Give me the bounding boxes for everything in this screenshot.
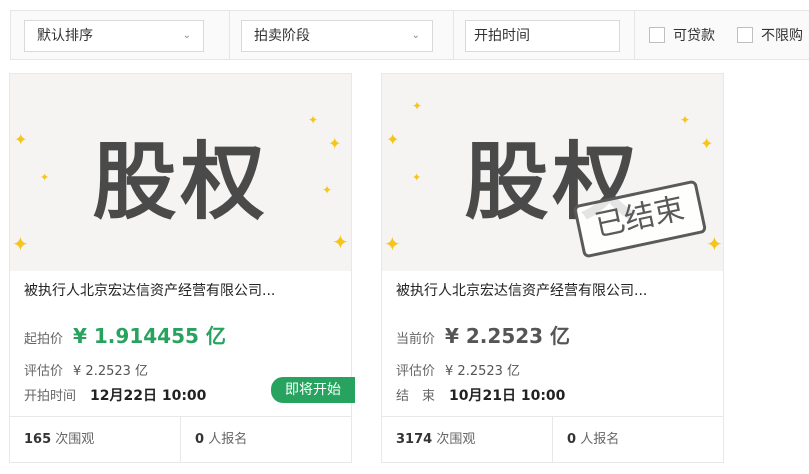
card-title[interactable]: 被执行人北京宏达信资产经营有限公司... — [396, 280, 712, 300]
divider — [552, 417, 553, 462]
start-time-placeholder: 开拍时间 — [474, 28, 530, 44]
sparkle-icon: ✦ — [680, 113, 691, 127]
sparkle-icon: ✦ — [412, 99, 423, 113]
checkbox-box[interactable] — [737, 27, 753, 43]
start-time-input[interactable]: 开拍时间 — [465, 20, 620, 52]
signup-count: 0 — [567, 432, 577, 447]
price-row: 起拍价 ¥ 1.914455 亿 — [24, 320, 226, 349]
sort-select-label: 默认排序 — [37, 28, 93, 44]
price-label: 当前价 — [396, 332, 436, 347]
time-value: 12月22日 10:00 — [90, 388, 207, 404]
sparkle-icon: ✦ — [384, 232, 401, 256]
time-label: 结 束 — [396, 389, 436, 404]
views-label: 次围观 — [436, 432, 476, 447]
time-row: 开拍时间 12月22日 10:00 — [24, 385, 206, 405]
time-row: 结 束 10月21日 10:00 — [396, 385, 565, 405]
chevron-down-icon: ⌄ — [182, 30, 191, 41]
appraisal-value: ¥ 2.2523 亿 — [445, 364, 521, 379]
signup-count: 0 — [195, 432, 205, 447]
views-count: 3174 — [396, 432, 433, 447]
divider — [180, 417, 181, 462]
divider — [229, 11, 230, 59]
appraisal-row: 评估价 ¥ 2.2523 亿 — [24, 360, 148, 379]
card-footer: 3174 次围观 0 人报名 — [382, 416, 723, 462]
sparkle-icon: ✦ — [332, 230, 349, 254]
signup-label: 人报名 — [208, 432, 248, 447]
thumbnail-text: 股权 — [92, 133, 269, 231]
sort-select[interactable]: 默认排序 ⌄ — [24, 20, 204, 52]
appraisal-row: 评估价 ¥ 2.2523 亿 — [396, 360, 520, 379]
no-limit-checkbox-label: 不限购 — [761, 28, 803, 44]
views-stat: 3174 次围观 — [396, 417, 566, 462]
sparkle-icon: ✦ — [12, 232, 29, 256]
no-limit-checkbox[interactable]: 不限购 — [737, 27, 803, 45]
divider — [453, 11, 454, 59]
card-thumbnail[interactable]: ✦ ✦ ✦ ✦ ✦ ✦ ✦ 股权 已结束 — [382, 74, 723, 271]
appraisal-label: 评估价 — [24, 364, 64, 379]
price-value: ¥ 2.2523 亿 — [445, 324, 571, 348]
sparkle-icon: ✦ — [706, 232, 723, 256]
appraisal-label: 评估价 — [396, 364, 436, 379]
loan-checkbox[interactable]: 可贷款 — [649, 27, 715, 45]
price-label: 起拍价 — [24, 332, 64, 347]
chevron-down-icon: ⌄ — [411, 30, 420, 41]
auction-card[interactable]: ✦ ✦ ✦ ✦ ✦ ✦ ✦ 股权 已结束 被执行人北京宏达信资产经营有限公司..… — [381, 73, 724, 463]
sparkle-icon: ✦ — [308, 113, 319, 127]
signup-stat: 0 人报名 — [567, 417, 737, 462]
card-title[interactable]: 被执行人北京宏达信资产经营有限公司... — [24, 280, 340, 300]
signup-stat: 0 人报名 — [195, 417, 365, 462]
signup-label: 人报名 — [580, 432, 620, 447]
checkbox-box[interactable] — [649, 27, 665, 43]
auction-card[interactable]: ✦ ✦ ✦ ✦ ✦ ✦ ✦ 股权 被执行人北京宏达信资产经营有限公司... 起拍… — [9, 73, 355, 463]
price-row: 当前价 ¥ 2.2523 亿 — [396, 320, 570, 349]
time-value: 10月21日 10:00 — [449, 388, 566, 404]
card-thumbnail[interactable]: ✦ ✦ ✦ ✦ ✦ ✦ ✦ 股权 — [10, 74, 351, 271]
appraisal-value: ¥ 2.2523 亿 — [73, 364, 149, 379]
time-label: 开拍时间 — [24, 389, 77, 404]
card-footer: 165 次围观 0 人报名 — [10, 416, 351, 462]
status-badge: 即将开始 — [271, 377, 355, 403]
filter-bar: 默认排序 ⌄ 拍卖阶段 ⌄ 开拍时间 可贷款 不限购 — [10, 10, 809, 60]
divider — [634, 11, 635, 59]
views-stat: 165 次围观 — [24, 417, 194, 462]
views-count: 165 — [24, 432, 52, 447]
stage-select[interactable]: 拍卖阶段 ⌄ — [241, 20, 433, 52]
stage-select-label: 拍卖阶段 — [254, 28, 310, 44]
loan-checkbox-label: 可贷款 — [673, 28, 715, 44]
views-label: 次围观 — [55, 432, 95, 447]
price-value: ¥ 1.914455 亿 — [73, 324, 226, 348]
